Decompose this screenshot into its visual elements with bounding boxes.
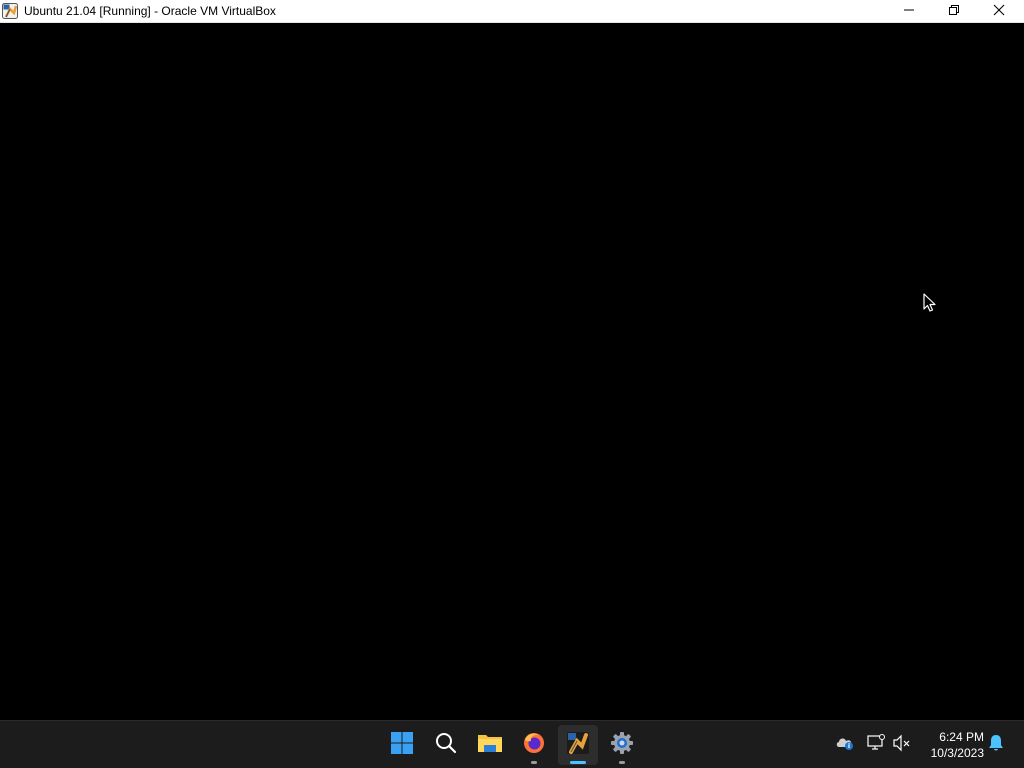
mouse-pointer-icon: [923, 293, 937, 313]
network-tray-button[interactable]: [866, 733, 886, 757]
notification-button[interactable]: [986, 734, 1006, 757]
vm-display[interactable]: [0, 23, 1024, 720]
window-title: Ubuntu 21.04 [Running] - Oracle VM Virtu…: [24, 4, 276, 18]
network-icon: [866, 733, 886, 757]
windows-start-icon: [390, 731, 414, 760]
restore-button[interactable]: [931, 0, 976, 23]
start-button[interactable]: [382, 725, 422, 765]
onedrive-tray-button[interactable]: [835, 735, 855, 755]
running-indicator: [531, 761, 537, 764]
volume-tray-button[interactable]: [892, 734, 912, 757]
clock[interactable]: 6:24 PM 10/3/2023: [918, 729, 984, 761]
clock-time: 6:24 PM: [939, 730, 984, 744]
taskbar: 6:24 PM 10/3/2023: [0, 720, 1024, 768]
file-explorer-button[interactable]: [470, 725, 510, 765]
minimize-icon: [903, 3, 915, 21]
cloud-icon: [835, 735, 855, 756]
settings-gear-icon: [610, 731, 634, 760]
close-button[interactable]: [976, 0, 1021, 23]
search-icon: [434, 731, 458, 760]
restore-icon: [948, 3, 960, 21]
firefox-button[interactable]: [514, 725, 554, 765]
volume-muted-icon: [892, 734, 912, 757]
close-icon: [993, 3, 1005, 21]
bell-icon: [988, 734, 1004, 757]
running-indicator: [619, 761, 625, 764]
search-button[interactable]: [426, 725, 466, 765]
firefox-icon: [522, 731, 546, 760]
settings-button[interactable]: [602, 725, 642, 765]
virtualbox-window: Ubuntu 21.04 [Running] - Oracle VM Virtu…: [0, 0, 1024, 720]
virtualbox-icon[interactable]: [2, 3, 18, 19]
virtualbox-taskbar-button[interactable]: [558, 725, 598, 765]
minimize-button[interactable]: [886, 0, 931, 23]
active-indicator: [570, 761, 586, 764]
clock-date: 10/3/2023: [930, 746, 984, 760]
title-bar[interactable]: Ubuntu 21.04 [Running] - Oracle VM Virtu…: [0, 0, 1024, 23]
folder-icon: [477, 732, 503, 759]
virtualbox-icon: [566, 731, 590, 760]
